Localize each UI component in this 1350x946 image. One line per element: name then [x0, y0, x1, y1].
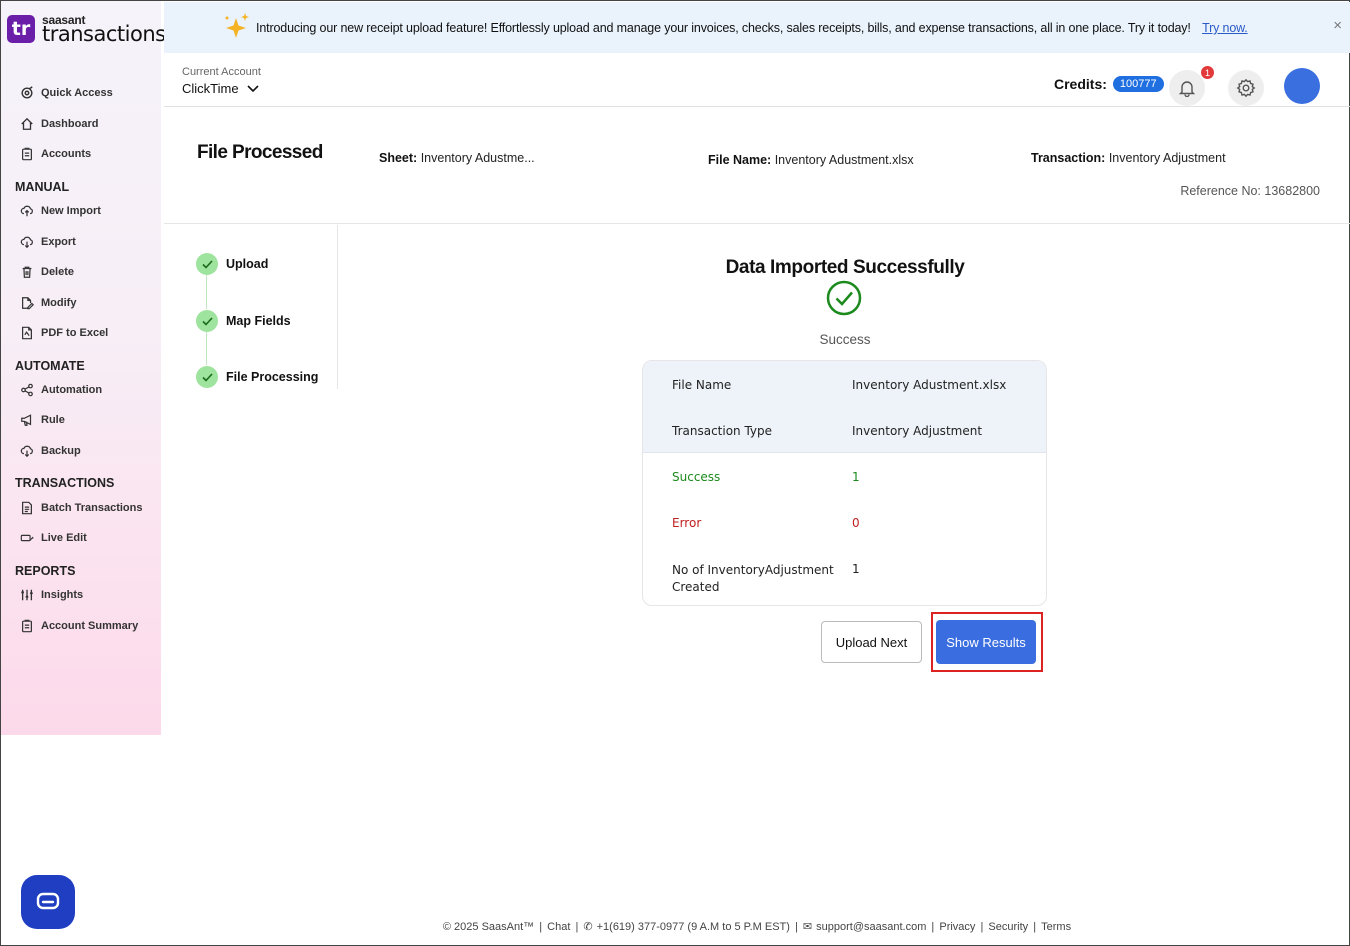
chat-widget-button[interactable]: [21, 875, 75, 929]
card-header: [643, 361, 1046, 453]
check-icon: [196, 253, 218, 275]
success-status: Success: [819, 332, 871, 347]
row-label-error: Error: [672, 516, 702, 530]
footer-security-link[interactable]: Security: [988, 921, 1028, 933]
sparkle-icon: [225, 13, 249, 38]
sidebar-item-modify[interactable]: Modify: [19, 296, 76, 310]
home-icon: [19, 117, 35, 131]
progress-stepper: Upload Map Fields File Processing: [164, 225, 338, 389]
file-name-info: File Name: Inventory Adustment.xlsx: [708, 153, 914, 167]
success-heading: Data Imported Successfully: [725, 257, 965, 278]
row-value-file-name: Inventory Adustment.xlsx: [852, 378, 1007, 392]
top-header: Current Account ClickTime Credits: 10077…: [164, 53, 1350, 107]
row-value-success: 1: [852, 470, 860, 484]
edit-file-icon: [19, 296, 35, 310]
sidebar-item-accounts[interactable]: Accounts: [19, 147, 91, 161]
sidebar-item-pdf-to-excel[interactable]: PDF to Excel: [19, 326, 108, 340]
row-label-success: Success: [672, 470, 721, 484]
row-value-error: 0: [852, 516, 860, 530]
logo-product: transactions: [42, 21, 166, 46]
result-summary-card: File Name Inventory Adustment.xlsx Trans…: [642, 360, 1047, 606]
upload-next-button[interactable]: Upload Next: [821, 621, 922, 663]
footer-phone: +1(619) 377-0977 (9 A.M to 5 P.M EST): [596, 921, 790, 933]
chat-icon: [36, 892, 60, 910]
row-label-created: No of InventoryAdjustment Created: [672, 563, 834, 594]
sidebar-item-automation[interactable]: Automation: [19, 383, 102, 397]
sidebar-item-new-import[interactable]: New Import: [19, 204, 101, 218]
notification-badge: 1: [1201, 66, 1214, 79]
step-connector: [206, 275, 207, 309]
sidebar-item-batch-transactions[interactable]: Batch Transactions: [19, 501, 142, 515]
page-title: File Processed: [197, 142, 323, 163]
announcement-banner: Introducing our new receipt upload featu…: [164, 2, 1350, 53]
footer-email-link[interactable]: support@saasant.com: [816, 921, 926, 933]
sidebar-item-export[interactable]: Export: [19, 235, 76, 249]
transaction-info: Transaction: Inventory Adjustment: [1031, 151, 1226, 165]
step-file-processing: File Processing: [196, 366, 318, 388]
gear-icon: [1236, 78, 1256, 98]
footer-chat-link[interactable]: Chat: [547, 921, 570, 933]
sidebar-item-delete[interactable]: Delete: [19, 265, 74, 279]
close-icon[interactable]: ×: [1333, 17, 1342, 34]
sidebar-item-account-summary[interactable]: Account Summary: [19, 619, 138, 633]
sidebar-item-live-edit[interactable]: Live Edit: [19, 531, 87, 545]
banner-message: Introducing our new receipt upload featu…: [256, 21, 1248, 35]
check-icon: [196, 366, 218, 388]
clipboard-list-icon: [19, 619, 35, 633]
step-connector: [206, 332, 207, 365]
phone-icon: ✆: [583, 921, 593, 933]
row-label-transaction-type: Transaction Type: [672, 424, 773, 438]
sidebar-item-dashboard[interactable]: Dashboard: [19, 117, 98, 131]
footer: © 2025 SaasAnt™ | Chat | ✆ +1(619) 377-09…: [442, 921, 1072, 933]
cloud-download-icon: [19, 235, 35, 249]
check-icon: [196, 310, 218, 332]
megaphone-icon: [19, 413, 35, 427]
step-upload: Upload: [196, 253, 268, 275]
section-transactions: TRANSACTIONS: [15, 476, 115, 490]
section-manual: MANUAL: [15, 180, 70, 194]
avatar[interactable]: [1284, 68, 1320, 104]
settings-button[interactable]: [1228, 70, 1264, 106]
notifications-button[interactable]: [1169, 70, 1205, 106]
sidebar-item-backup[interactable]: Backup: [19, 444, 81, 458]
reference-number: Reference No: 13682800: [1180, 184, 1320, 198]
share-nodes-icon: [19, 383, 35, 397]
quick-access-icon: [19, 86, 35, 100]
sliders-icon: [19, 588, 35, 602]
pdf-file-icon: [19, 326, 35, 340]
footer-privacy-link[interactable]: Privacy: [939, 921, 975, 933]
clipboard-icon: [19, 147, 35, 161]
sidebar-item-quick-access[interactable]: Quick Access: [19, 86, 113, 100]
row-value-transaction-type: Inventory Adjustment: [852, 424, 983, 438]
sidebar-item-insights[interactable]: Insights: [19, 588, 83, 602]
section-automate: AUTOMATE: [15, 359, 85, 373]
sidebar: tr saasant transactions Quick Access Das…: [1, 1, 166, 735]
app-logo[interactable]: tr saasant transactions: [7, 13, 166, 45]
trash-icon: [19, 265, 35, 279]
sheet-info: Sheet: Inventory Adustme...: [379, 151, 535, 165]
try-now-link[interactable]: Try now.: [1202, 21, 1248, 35]
mail-icon: ✉: [802, 921, 813, 933]
cloud-upload-icon: [19, 204, 35, 218]
live-edit-icon: [19, 531, 35, 545]
account-selector[interactable]: ClickTime: [182, 81, 259, 96]
document-icon: [19, 501, 35, 515]
cloud-backup-icon: [19, 444, 35, 458]
show-results-button[interactable]: Show Results: [936, 620, 1036, 664]
current-account-label: Current Account: [182, 66, 261, 78]
logo-mark: tr: [7, 15, 35, 43]
success-check-icon: [826, 280, 862, 316]
row-value-created: 1: [852, 562, 860, 576]
file-info-bar: File Processed Sheet: Inventory Adustme.…: [164, 108, 1350, 224]
credits: Credits: 100777: [1054, 76, 1164, 92]
section-reports: REPORTS: [15, 564, 76, 578]
footer-copyright: © 2025 SaasAnt™: [442, 921, 535, 933]
row-label-file-name: File Name: [672, 378, 732, 392]
footer-terms-link[interactable]: Terms: [1041, 921, 1071, 933]
sidebar-item-rule[interactable]: Rule: [19, 413, 65, 427]
chevron-down-icon: [247, 84, 259, 92]
bell-icon: [1178, 81, 1196, 97]
credits-badge: 100777: [1112, 76, 1164, 92]
step-map-fields: Map Fields: [196, 310, 291, 332]
